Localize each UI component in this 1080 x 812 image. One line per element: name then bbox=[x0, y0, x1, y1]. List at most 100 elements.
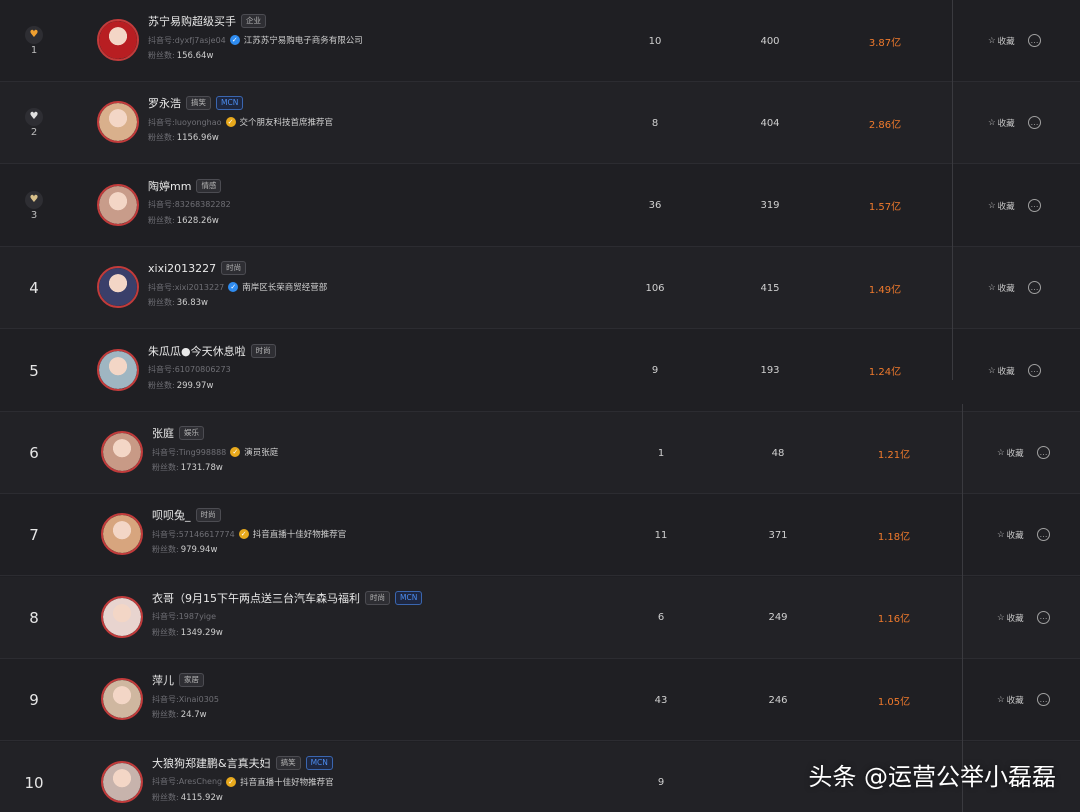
category-tag: 时尚 bbox=[195, 508, 221, 523]
table-row[interactable]: ♥ 1 苏宁易购超级买手 企业 抖音号: dyxfj7asje04 ✓ 江苏苏宁易购电子商务有… bbox=[0, 0, 1080, 82]
account-id: Xinai0305 bbox=[178, 694, 219, 704]
live-count-cell: 43 bbox=[654, 694, 668, 706]
rank-number: 5 bbox=[29, 361, 39, 380]
sales-cell: 1.18亿 bbox=[877, 531, 911, 543]
streamer-name[interactable]: 张庭 bbox=[152, 425, 174, 441]
sales-cell: 3.87亿 bbox=[868, 37, 902, 49]
favorite-button[interactable]: ☆ 收藏 bbox=[997, 577, 1024, 659]
category-tag: 家居 bbox=[179, 673, 204, 688]
more-circle-icon[interactable]: … bbox=[1028, 281, 1041, 295]
more-circle-icon[interactable]: … bbox=[1037, 528, 1050, 542]
category-tag: 时尚 bbox=[365, 590, 390, 605]
table-row[interactable]: ♥ 2 罗永浩 搞笑 MCN 抖音号: luoyonghao ✓ 交个朋友科技首席推荐官 粉丝数:… bbox=[0, 82, 1080, 165]
category-tag: 时尚 bbox=[250, 343, 276, 358]
rank-cell: ♥ 3 bbox=[14, 165, 54, 247]
verification-text: 交个朋友科技首席推荐官 bbox=[239, 118, 334, 129]
fans-label: 粉丝数: bbox=[148, 215, 175, 225]
avatar[interactable] bbox=[97, 183, 139, 226]
product-count-cell: 319 bbox=[760, 200, 780, 212]
streamer-name[interactable]: 罗永浩 bbox=[148, 95, 181, 111]
avatar[interactable] bbox=[97, 19, 139, 61]
table-row[interactable]: 5 朱瓜瓜●今天休息啦 时尚 抖音号: 61070806273 粉丝数: 299.97w 9 1… bbox=[0, 330, 1080, 412]
streamer-name[interactable]: 朱瓜瓜●今天休息啦 bbox=[148, 343, 246, 359]
account-id: Ting998888 bbox=[178, 447, 227, 457]
avatar[interactable] bbox=[97, 348, 139, 391]
fans-label: 粉丝数: bbox=[152, 627, 179, 637]
avatar-image bbox=[103, 433, 141, 471]
heart-medal-icon: ♥ bbox=[25, 108, 43, 127]
heart-glyph: ♥ bbox=[29, 193, 39, 205]
favorite-button[interactable]: ☆ 收藏 bbox=[997, 659, 1024, 741]
more-circle-icon[interactable]: … bbox=[1028, 116, 1041, 130]
favorite-button[interactable]: ☆ 收藏 bbox=[997, 494, 1024, 576]
verification-text: 江苏苏宁易购电子商务有限公司 bbox=[243, 36, 363, 46]
product-count-cell: 249 bbox=[768, 612, 788, 624]
favorite-label: 收藏 bbox=[1006, 613, 1024, 624]
avatar[interactable] bbox=[97, 266, 139, 309]
favorite-button[interactable]: ☆ 收藏 bbox=[988, 82, 1015, 164]
streamer-name[interactable]: 苏宁易购超级买手 bbox=[148, 13, 236, 29]
star-outline-icon: ☆ bbox=[988, 283, 996, 294]
avatar[interactable] bbox=[101, 760, 143, 803]
more-circle-icon[interactable]: … bbox=[1037, 693, 1050, 707]
avatar[interactable] bbox=[101, 513, 143, 556]
fans-label: 粉丝数: bbox=[148, 51, 175, 60]
column-divider bbox=[962, 404, 963, 812]
favorite-button[interactable]: ☆ 收藏 bbox=[988, 0, 1015, 82]
table-row[interactable]: 6 张庭 娱乐 抖音号: Ting998888 ✓ 演员张庭 粉丝数: 1731.78w 1 48 1… bbox=[0, 412, 1080, 494]
product-count-cell: 371 bbox=[768, 529, 788, 541]
avatar[interactable] bbox=[101, 595, 143, 638]
fans-count: 36.83w bbox=[176, 298, 208, 309]
fans-line: 粉丝数: 1731.78w bbox=[152, 462, 512, 476]
streamer-info: 朱瓜瓜●今天休息啦 时尚 抖音号: 61070806273 粉丝数: 299.97w bbox=[148, 342, 508, 394]
account-id-label: 抖音号: bbox=[152, 694, 179, 704]
favorite-label: 收藏 bbox=[997, 119, 1015, 130]
avatar-image bbox=[103, 762, 141, 801]
avatar[interactable] bbox=[101, 678, 143, 721]
account-id-label: 抖音号: bbox=[148, 282, 175, 292]
rank-cell: 6 bbox=[14, 412, 54, 494]
account-line: 抖音号: Xinai0305 bbox=[152, 689, 512, 709]
account-id-label: 抖音号: bbox=[148, 35, 175, 45]
streamer-name[interactable]: 衣哥（9月15下午两点送三台汽车森马福利 bbox=[152, 590, 360, 606]
account-id-label: 抖音号: bbox=[152, 777, 179, 787]
verified-check-icon: ✓ bbox=[226, 776, 237, 787]
favorite-button[interactable]: ☆ 收藏 bbox=[988, 330, 1015, 412]
live-count-cell: 10 bbox=[648, 35, 662, 47]
streamer-name[interactable]: xixi2013227 bbox=[148, 262, 216, 275]
favorite-label: 收藏 bbox=[997, 37, 1015, 47]
more-circle-icon[interactable]: … bbox=[1037, 610, 1050, 624]
name-line: 陶婷mm 情感 bbox=[148, 177, 508, 195]
more-circle-icon[interactable]: … bbox=[1028, 198, 1041, 212]
more-circle-icon[interactable]: … bbox=[1028, 34, 1041, 47]
sales-cell: 1.24亿 bbox=[868, 367, 902, 379]
fans-count: 156.64w bbox=[176, 51, 214, 61]
avatar[interactable] bbox=[101, 431, 143, 473]
table-row[interactable]: ♥ 3 陶婷mm 情感 抖音号: 83268382282 粉丝数: 1628.26w 36 319… bbox=[0, 165, 1080, 247]
verification-text: 演员张庭 bbox=[244, 448, 279, 458]
fans-line: 粉丝数: 1628.26w bbox=[148, 215, 508, 229]
account-id-label: 抖音号: bbox=[152, 447, 179, 457]
streamer-name[interactable]: 萍儿 bbox=[152, 672, 174, 688]
table-row[interactable]: 7 呗呗兔_ 时尚 抖音号: 57146617774 ✓ 抖音直播十佳好物推荐官 粉丝数: 97… bbox=[0, 494, 1080, 577]
favorite-button[interactable]: ☆ 收藏 bbox=[988, 247, 1015, 329]
streamer-info: 陶婷mm 情感 抖音号: 83268382282 粉丝数: 1628.26w bbox=[148, 177, 508, 229]
live-count-cell: 106 bbox=[645, 282, 665, 294]
more-circle-icon[interactable]: … bbox=[1037, 446, 1050, 459]
table-row[interactable]: 9 萍儿 家居 抖音号: Xinai0305 粉丝数: 24.7w 43 246 1.05亿 ☆ 收藏… bbox=[0, 659, 1080, 742]
streamer-name[interactable]: 呗呗兔_ bbox=[152, 507, 191, 523]
streamer-name[interactable]: 陶婷mm bbox=[148, 178, 191, 194]
table-row[interactable]: 8 衣哥（9月15下午两点送三台汽车森马福利 时尚 MCN 抖音号: 1987yige 粉丝… bbox=[0, 576, 1080, 659]
table-row[interactable]: 4 xixi2013227 时尚 抖音号: xixi2013227 ✓ 南岸区长荣商贸经营部… bbox=[0, 247, 1080, 330]
ranking-table: ♥ 1 苏宁易购超级买手 企业 抖音号: dyxfj7asje04 ✓ 江苏苏宁易购电子商务有… bbox=[0, 0, 1080, 812]
avatar[interactable] bbox=[97, 101, 139, 144]
star-outline-icon: ☆ bbox=[997, 612, 1005, 623]
more-circle-icon[interactable]: … bbox=[1028, 363, 1041, 377]
product-count-cell: 48 bbox=[771, 447, 785, 459]
verification-text: 南岸区长荣商贸经营部 bbox=[242, 283, 328, 294]
streamer-name[interactable]: 大狼狗郑建鹏&言真夫妇 bbox=[152, 755, 271, 771]
live-count-cell: 6 bbox=[657, 612, 665, 624]
live-count-cell: 1 bbox=[657, 447, 665, 459]
favorite-button[interactable]: ☆ 收藏 bbox=[988, 165, 1015, 247]
favorite-button[interactable]: ☆ 收藏 bbox=[997, 412, 1024, 494]
